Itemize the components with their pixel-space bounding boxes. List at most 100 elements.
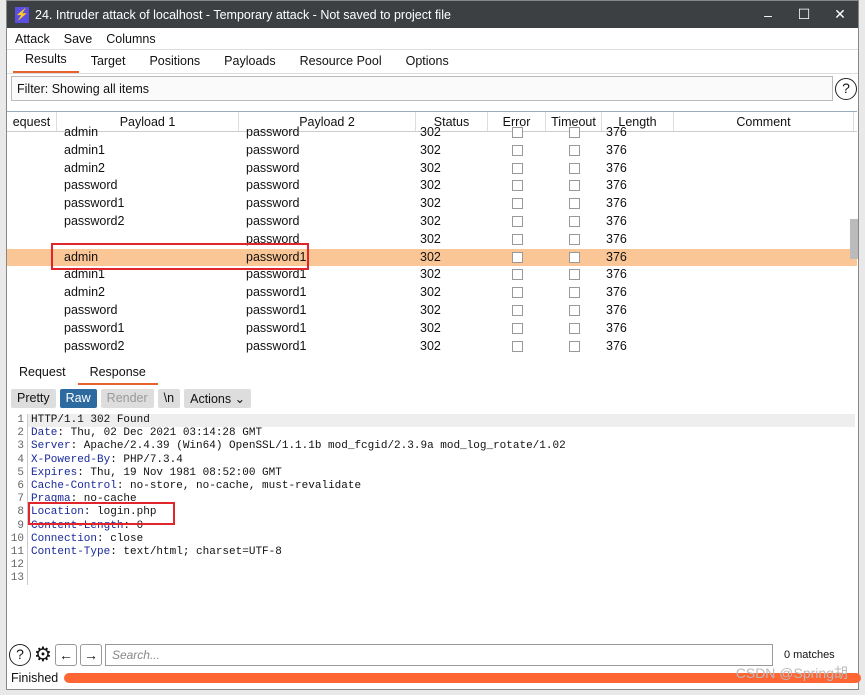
request-cell	[7, 231, 57, 249]
request-cell	[7, 177, 57, 195]
header-value: : text/html; charset=UTF-8	[110, 545, 282, 558]
timeout-checkbox[interactable]	[568, 304, 580, 316]
line-number: 12	[10, 559, 24, 572]
table-row[interactable]: password1 password 302 376	[7, 195, 857, 213]
tab-resource-pool[interactable]: Resource Pool	[288, 54, 394, 73]
error-checkbox[interactable]	[511, 340, 523, 352]
timeout-checkbox[interactable]	[568, 144, 580, 156]
status-cell: 302	[420, 285, 441, 300]
response-line: 13	[7, 572, 855, 586]
length-cell: 376	[606, 285, 627, 300]
error-checkbox[interactable]	[511, 215, 523, 227]
tab-target[interactable]: Target	[79, 54, 138, 73]
error-checkbox	[488, 231, 546, 249]
intruder-window: ⚡ 24. Intruder attack of localhost - Tem…	[6, 0, 861, 690]
request-cell	[7, 320, 57, 338]
table-row[interactable]: admin password 302 376	[7, 124, 857, 142]
timeout-checkbox[interactable]	[568, 198, 580, 210]
error-checkbox[interactable]	[511, 198, 523, 210]
error-checkbox[interactable]	[511, 180, 523, 192]
tab-response[interactable]: Response	[77, 363, 158, 385]
error-checkbox[interactable]	[511, 251, 523, 263]
error-checkbox[interactable]	[511, 127, 523, 138]
window-title: 24. Intruder attack of localhost - Tempo…	[35, 7, 451, 22]
request-cell	[7, 266, 57, 284]
raw-button[interactable]: Raw	[59, 389, 97, 408]
search-input[interactable]: Search...	[104, 643, 773, 666]
tab-options[interactable]: Options	[394, 54, 461, 73]
maximize-button[interactable]: ☐	[786, 6, 822, 23]
response-line: 12	[7, 559, 855, 573]
error-checkbox	[488, 249, 546, 267]
timeout-checkbox	[546, 160, 602, 178]
timeout-checkbox[interactable]	[568, 322, 580, 334]
table-row[interactable]: admin1 password 302 376	[7, 142, 857, 160]
line-text: Connection: close	[27, 532, 855, 546]
timeout-checkbox[interactable]	[568, 180, 580, 192]
header-value: : Apache/2.4.39 (Win64) OpenSSL/1.1.1b m…	[70, 440, 566, 453]
error-checkbox[interactable]	[511, 304, 523, 316]
error-checkbox[interactable]	[511, 287, 523, 299]
error-checkbox	[488, 302, 546, 320]
error-checkbox[interactable]	[511, 162, 523, 174]
request-cell	[7, 195, 57, 213]
table-row[interactable]: password password 302 376	[7, 177, 857, 195]
line-text: Cache-Control: no-store, no-cache, must-…	[27, 479, 855, 494]
header-value: HTTP/1.1 302 Found	[31, 414, 150, 426]
timeout-checkbox[interactable]	[568, 340, 580, 352]
close-button[interactable]: ✕	[822, 6, 858, 23]
main-tabs: Results Target Positions Payloads Resource P…	[7, 50, 858, 74]
error-checkbox[interactable]	[511, 322, 523, 334]
error-checkbox[interactable]	[511, 144, 523, 156]
table-row[interactable]: password1 password1 302 376	[7, 320, 857, 338]
menu-columns[interactable]: Columns	[106, 32, 155, 46]
response-viewer[interactable]: 1 HTTP/1.1 302 Found 2 Date: Thu, 02 Dec 20…	[7, 414, 855, 636]
tab-positions[interactable]: Positions	[137, 54, 212, 73]
error-checkbox[interactable]	[511, 233, 523, 245]
minimize-button[interactable]: –	[750, 7, 786, 23]
tab-payloads[interactable]: Payloads	[212, 54, 287, 73]
status-cell: 302	[420, 196, 441, 211]
comment-cell	[674, 160, 854, 178]
header-name: Server	[31, 440, 71, 453]
menu-save[interactable]: Save	[64, 32, 93, 46]
filter-bar[interactable]: Filter: Showing all items	[11, 76, 833, 101]
help-icon[interactable]: ?	[9, 643, 31, 666]
actions-dropdown[interactable]: Actions ⌄	[184, 389, 252, 408]
comment-cell	[674, 266, 854, 284]
timeout-checkbox	[546, 338, 602, 356]
tab-results[interactable]: Results	[13, 52, 79, 73]
timeout-checkbox	[546, 142, 602, 160]
render-button[interactable]: Render	[100, 389, 154, 408]
table-scrollbar[interactable]	[850, 219, 858, 259]
help-icon[interactable]: ?	[835, 78, 857, 100]
gear-icon[interactable]: ⚙	[34, 642, 52, 667]
timeout-checkbox[interactable]	[568, 127, 580, 138]
pretty-button[interactable]: Pretty	[11, 389, 56, 408]
match-count: 0 matches	[783, 648, 835, 661]
payload1-cell: password2	[64, 213, 125, 228]
length-cell: 376	[606, 338, 627, 353]
arrow-right-icon[interactable]: →	[79, 643, 102, 666]
comment-cell	[674, 320, 854, 338]
table-row[interactable]: password password1 302 376	[7, 302, 857, 320]
timeout-checkbox[interactable]	[568, 287, 580, 299]
table-row[interactable]: admin2 password1 302 376	[7, 284, 857, 302]
table-row[interactable]: password2 password 302 376	[7, 213, 857, 231]
timeout-checkbox[interactable]	[568, 215, 580, 227]
error-checkbox[interactable]	[511, 269, 523, 281]
table-row[interactable]: admin2 password 302 376	[7, 160, 857, 178]
newline-button[interactable]: \n	[157, 389, 181, 408]
timeout-checkbox[interactable]	[568, 251, 580, 263]
timeout-checkbox[interactable]	[568, 269, 580, 281]
length-cell: 376	[606, 249, 627, 264]
tab-request[interactable]: Request	[7, 363, 78, 385]
timeout-checkbox[interactable]	[568, 233, 580, 245]
menu-attack[interactable]: Attack	[15, 32, 50, 46]
line-text: Expires: Thu, 19 Nov 1981 08:52:00 GMT	[27, 466, 855, 480]
comment-cell	[674, 195, 854, 213]
arrow-left-icon[interactable]: ←	[54, 643, 77, 666]
payload2-cell: password1	[246, 285, 307, 300]
table-row[interactable]: password2 password1 302 376	[7, 338, 857, 356]
timeout-checkbox[interactable]	[568, 162, 580, 174]
